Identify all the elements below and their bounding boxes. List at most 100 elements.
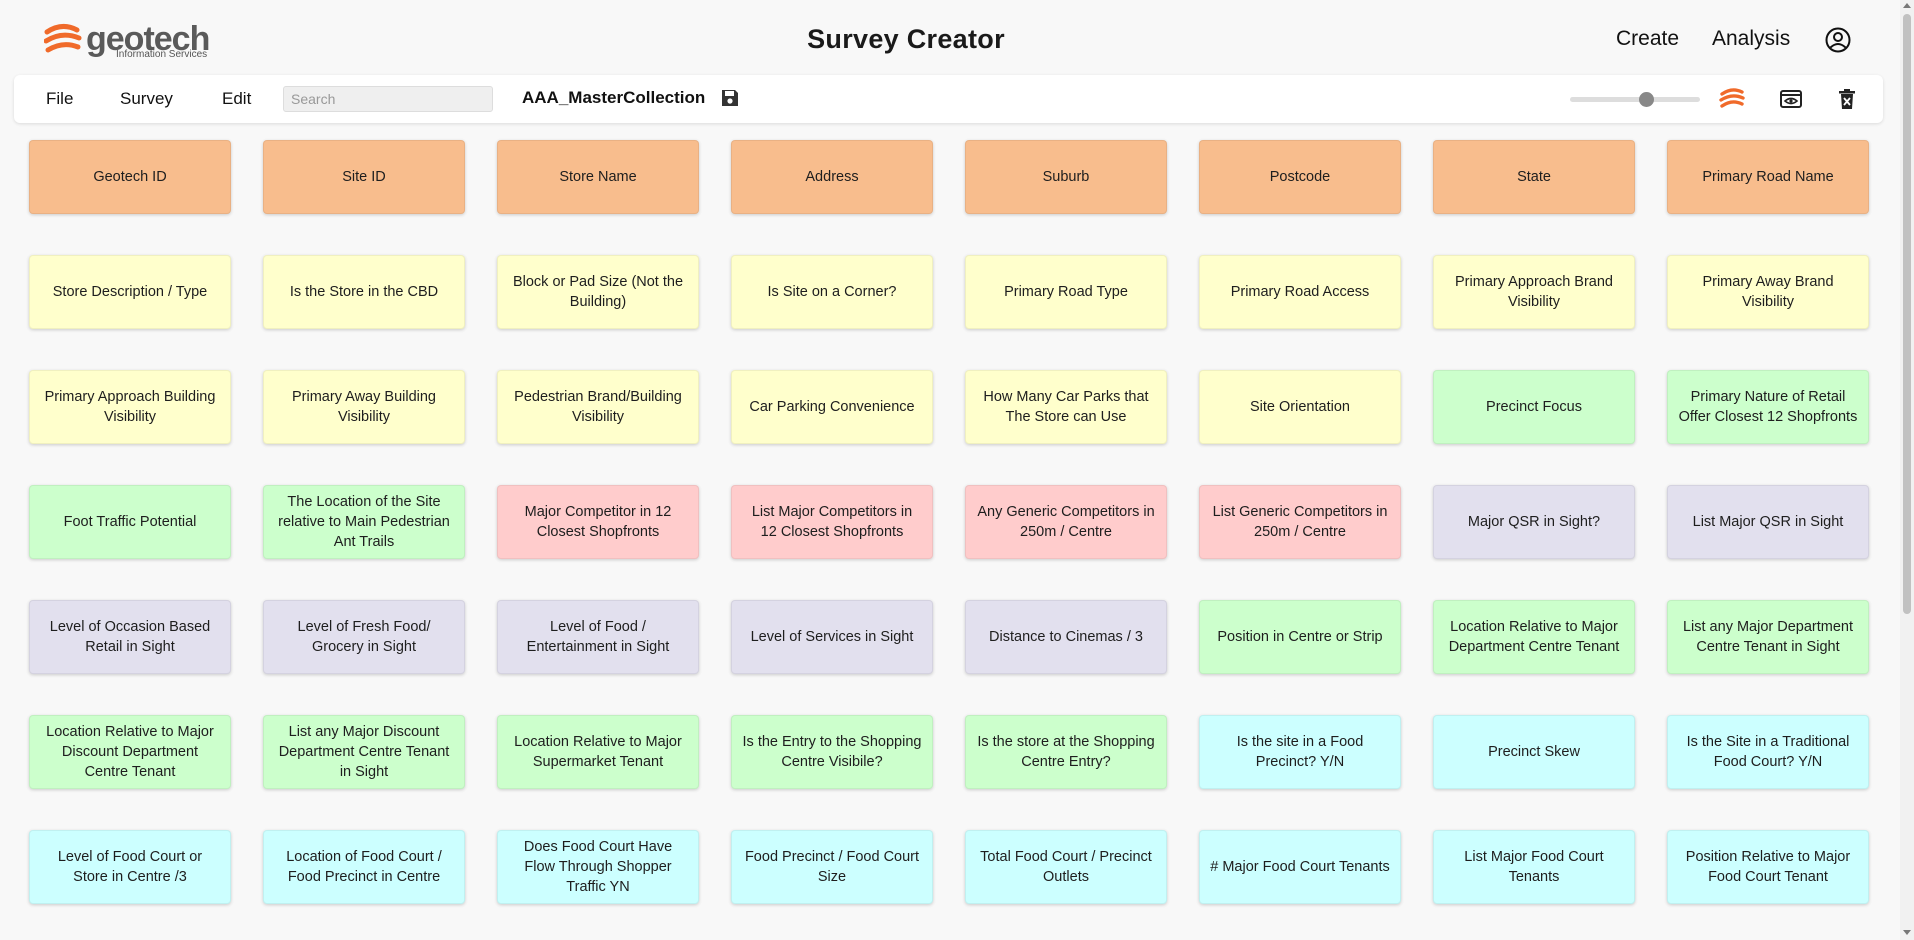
question-card[interactable]: Primary Nature of Retail Offer Closest 1… <box>1667 370 1869 444</box>
question-card[interactable]: Site ID <box>263 140 465 214</box>
question-card[interactable]: Location Relative to Major Supermarket T… <box>497 715 699 789</box>
question-card[interactable]: Primary Road Access <box>1199 255 1401 329</box>
question-card-label: Geotech ID <box>93 169 167 185</box>
menu-survey[interactable]: Survey <box>120 89 173 109</box>
question-card[interactable]: List Major Food Court Tenants <box>1433 830 1635 904</box>
question-card[interactable]: Postcode <box>1199 140 1401 214</box>
question-card-label: Car Parking Convenience <box>749 399 915 415</box>
question-card[interactable]: The Location of the Site relative to Mai… <box>263 485 465 559</box>
menu-file[interactable]: File <box>46 89 73 109</box>
question-card-label: Primary Approach Building Visibility <box>44 389 216 425</box>
page-title: Survey Creator <box>807 24 1005 54</box>
geotech-logo-icon[interactable] <box>1719 86 1745 112</box>
question-card[interactable]: # Major Food Court Tenants <box>1199 830 1401 904</box>
question-card[interactable]: List Major Competitors in 12 Closest Sho… <box>731 485 933 559</box>
question-card[interactable]: Location of Food Court / Food Precinct i… <box>263 830 465 904</box>
question-card[interactable]: How Many Car Parks that The Store can Us… <box>965 370 1167 444</box>
question-card-label: List Major Food Court Tenants <box>1464 849 1604 885</box>
scrollbar-thumb[interactable] <box>1903 14 1911 614</box>
question-card[interactable]: Suburb <box>965 140 1167 214</box>
zoom-slider[interactable] <box>1570 92 1700 107</box>
question-card[interactable]: Location Relative to Major Discount Depa… <box>29 715 231 789</box>
question-card[interactable]: Primary Away Brand Visibility <box>1667 255 1869 329</box>
question-card-label: Precinct Skew <box>1488 744 1580 760</box>
nav-analysis-link[interactable]: Analysis <box>1712 27 1790 51</box>
question-card[interactable]: Is the Entry to the Shopping Centre Visi… <box>731 715 933 789</box>
question-card-label: How Many Car Parks that The Store can Us… <box>983 389 1149 425</box>
question-card[interactable]: Block or Pad Size (Not the Building) <box>497 255 699 329</box>
question-card[interactable]: Geotech ID <box>29 140 231 214</box>
question-card-label: List Generic Competitors in 250m / Centr… <box>1212 504 1388 540</box>
question-card-label: Level of Services in Sight <box>750 629 914 645</box>
question-card[interactable]: Is the Store in the CBD <box>263 255 465 329</box>
question-card[interactable]: Precinct Skew <box>1433 715 1635 789</box>
question-card[interactable]: Major Competitor in 12 Closest Shopfront… <box>497 485 699 559</box>
question-card[interactable]: Is the Site in a Traditional Food Court?… <box>1667 715 1869 789</box>
question-card-label: Primary Away Building Visibility <box>292 389 436 425</box>
question-card[interactable]: Distance to Cinemas / 3 <box>965 600 1167 674</box>
save-icon[interactable] <box>720 88 740 108</box>
question-card-label: Is the Entry to the Shopping Centre Visi… <box>742 734 922 770</box>
question-card[interactable]: Does Food Court Have Flow Through Shoppe… <box>497 830 699 904</box>
question-card[interactable]: List Generic Competitors in 250m / Centr… <box>1199 485 1401 559</box>
question-card-label: Major Competitor in 12 Closest Shopfront… <box>524 504 672 540</box>
question-card[interactable]: Is the site in a Food Precinct? Y/N <box>1199 715 1401 789</box>
question-card[interactable]: List any Major Department Centre Tenant … <box>1667 600 1869 674</box>
question-card[interactable]: Any Generic Competitors in 250m / Centre <box>965 485 1167 559</box>
question-card[interactable]: Major QSR in Sight? <box>1433 485 1635 559</box>
question-card[interactable]: List Major QSR in Sight <box>1667 485 1869 559</box>
user-circle-icon[interactable] <box>1825 27 1851 53</box>
question-card[interactable]: Address <box>731 140 933 214</box>
question-card-label: Location of Food Court / Food Precinct i… <box>286 849 442 885</box>
question-card[interactable]: Is Site on a Corner? <box>731 255 933 329</box>
question-card-label: Primary Approach Brand Visibility <box>1455 274 1613 310</box>
question-card[interactable]: Level of Food Court or Store in Centre /… <box>29 830 231 904</box>
question-card[interactable]: Location Relative to Major Department Ce… <box>1433 600 1635 674</box>
question-card[interactable]: Total Food Court / Precinct Outlets <box>965 830 1167 904</box>
question-card[interactable]: Food Precinct / Food Court Size <box>731 830 933 904</box>
question-card-label: Primary Away Brand Visibility <box>1702 274 1834 310</box>
menu-edit[interactable]: Edit <box>222 89 251 109</box>
question-card-label: Distance to Cinemas / 3 <box>989 629 1143 645</box>
question-card-label: Total Food Court / Precinct Outlets <box>980 849 1152 885</box>
question-card[interactable]: Position in Centre or Strip <box>1199 600 1401 674</box>
question-card[interactable]: Foot Traffic Potential <box>29 485 231 559</box>
question-card[interactable]: Primary Away Building Visibility <box>263 370 465 444</box>
delete-icon[interactable] <box>1834 86 1860 112</box>
question-card[interactable]: Primary Approach Building Visibility <box>29 370 231 444</box>
question-card-label: Primary Road Access <box>1230 284 1370 300</box>
scroll-down-arrow[interactable] <box>1903 930 1911 935</box>
question-card[interactable]: Site Orientation <box>1199 370 1401 444</box>
question-card[interactable]: Precinct Focus <box>1433 370 1635 444</box>
question-card[interactable]: Primary Road Name <box>1667 140 1869 214</box>
question-card[interactable]: Primary Road Type <box>965 255 1167 329</box>
question-card[interactable]: Primary Approach Brand Visibility <box>1433 255 1635 329</box>
question-card-label: Level of Food Court or Store in Centre /… <box>57 849 203 885</box>
scroll-up-arrow[interactable] <box>1903 3 1911 8</box>
question-card-label: Primary Road Type <box>1004 284 1128 300</box>
question-card[interactable]: List any Major Discount Department Centr… <box>263 715 465 789</box>
scrollbar[interactable] <box>1900 0 1914 940</box>
question-card-label: State <box>1517 169 1551 185</box>
question-card[interactable]: Is the store at the Shopping Centre Entr… <box>965 715 1167 789</box>
search-input[interactable] <box>283 86 493 112</box>
question-card-label: Is the Site in a Traditional Food Court?… <box>1686 734 1850 770</box>
question-card-label: Major QSR in Sight? <box>1467 514 1601 530</box>
question-card[interactable]: State <box>1433 140 1635 214</box>
question-card[interactable]: Level of Fresh Food/ Grocery in Sight <box>263 600 465 674</box>
preview-icon[interactable] <box>1778 86 1804 112</box>
zoom-slider-thumb[interactable] <box>1639 92 1654 107</box>
nav-create-link[interactable]: Create <box>1616 27 1679 51</box>
question-card[interactable]: Store Name <box>497 140 699 214</box>
question-card-label: List Major QSR in Sight <box>1692 514 1844 530</box>
question-card[interactable]: Level of Occasion Based Retail in Sight <box>29 600 231 674</box>
question-card[interactable]: Position Relative to Major Food Court Te… <box>1667 830 1869 904</box>
question-card[interactable]: Level of Food / Entertainment in Sight <box>497 600 699 674</box>
question-card-label: Location Relative to Major Supermarket T… <box>514 734 682 770</box>
question-card[interactable]: Car Parking Convenience <box>731 370 933 444</box>
question-card[interactable]: Level of Services in Sight <box>731 600 933 674</box>
question-card[interactable]: Store Description / Type <box>29 255 231 329</box>
question-card-label: Food Precinct / Food Court Size <box>744 849 920 885</box>
question-card-label: Precinct Focus <box>1486 399 1582 415</box>
question-card[interactable]: Pedestrian Brand/Building Visibility <box>497 370 699 444</box>
